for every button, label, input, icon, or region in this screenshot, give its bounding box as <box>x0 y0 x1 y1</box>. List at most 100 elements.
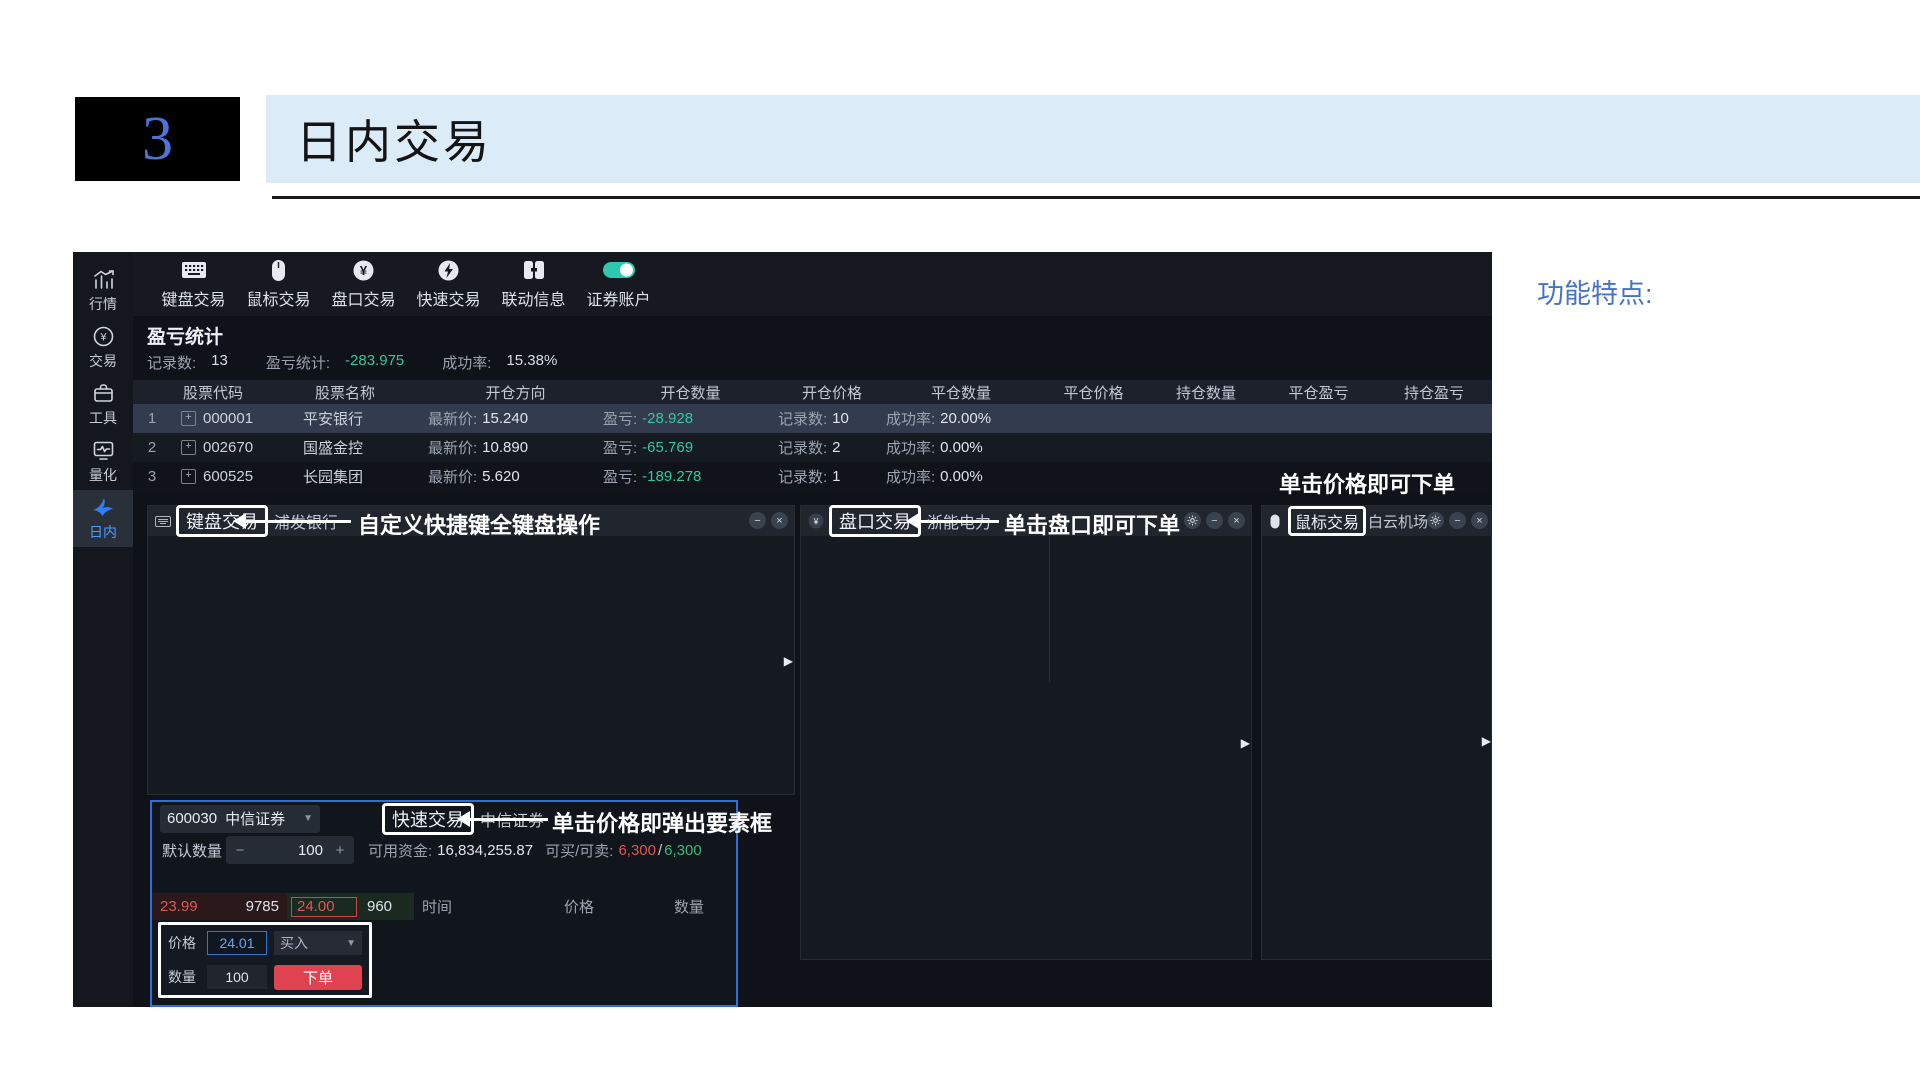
toolbar-item-mouse[interactable]: 鼠标交易 <box>236 258 321 310</box>
toolbar-item-link[interactable]: 联动信息 <box>491 258 576 310</box>
pnl-value: -283.975 <box>345 352 404 373</box>
mouse-window-annotation: 单击价格即可下单 <box>1279 467 1455 499</box>
latest-price: 最新价: 15.240 <box>428 408 603 429</box>
quick-bidask-strip: 23.99 9785 24.00 960 时间 价格 数量 <box>152 893 736 920</box>
quick-qty-row: 默认数量 − 100 + 可用资金: 16,834,255.87 可买/可卖: … <box>152 835 736 865</box>
book-window-title: 盘口交易 <box>829 505 921 537</box>
record-count: 记录数:10 <box>778 408 886 429</box>
mouse-window-titlebar[interactable]: 鼠标交易 白云机场 − × <box>1262 506 1491 536</box>
stock-code: 000001 <box>203 410 253 427</box>
table-header-row: 股票代码股票名称开仓方向开仓数量开仓价格平仓数量平仓价格持仓数量平仓盈亏持仓盈亏 <box>133 380 1492 404</box>
column-header: 平仓数量 <box>886 382 1036 403</box>
ask-price-box[interactable]: 24.00 <box>291 897 357 917</box>
gear-icon[interactable] <box>1427 512 1444 529</box>
book-window-titlebar[interactable]: ¥ 盘口交易 浙能电力 单击盘口即可下单 − × <box>801 506 1251 536</box>
buy-form <box>156 543 356 790</box>
success-rate-value: 0.00% <box>940 439 983 456</box>
funds-label: 可用资金: <box>368 840 432 861</box>
table-row[interactable]: 2+002670国盛金控最新价:10.890盈亏:-65.769记录数:2成功率… <box>133 433 1492 462</box>
close-icon[interactable]: × <box>1471 512 1488 529</box>
toolbar-item-toggle[interactable]: 证券账户 <box>576 258 661 310</box>
default-qty-value: 100 <box>247 842 323 859</box>
toolbar-item-yen[interactable]: ¥盘口交易 <box>321 258 406 310</box>
bid-price: 23.99 <box>160 898 198 915</box>
keyboard-window-titlebar[interactable]: 键盘交易 浦发银行 自定义快捷键全键盘操作 − × <box>148 506 794 536</box>
ask-volume: 960 <box>367 898 392 915</box>
sidebar-item-label: 日内 <box>89 522 117 542</box>
trading-app: 行情¥交易工具量化日内 键盘交易鼠标交易¥盘口交易快速交易联动信息证券账户 盈亏… <box>73 252 1492 1007</box>
svg-text:¥: ¥ <box>360 263 368 278</box>
close-icon[interactable]: × <box>1228 512 1245 529</box>
price-input[interactable]: 24.01 <box>207 931 267 955</box>
col-qty: 数量 <box>674 896 704 917</box>
panel-expander-icon[interactable]: ▶ <box>1241 736 1250 750</box>
place-order-button[interactable]: 下单 <box>274 965 362 990</box>
plus-button[interactable]: + <box>333 842 347 859</box>
keyboard-icon <box>154 512 172 530</box>
annotation-arrow <box>470 818 548 821</box>
quick-stock-select[interactable]: 600030 中信证券 ▼ <box>160 805 320 833</box>
success-rate-label: 成功率: <box>886 437 935 458</box>
funds-value: 16,834,255.87 <box>437 842 533 859</box>
sidebar-item-tools[interactable]: 工具 <box>73 376 133 433</box>
sidebar-item-quant[interactable]: 量化 <box>73 433 133 490</box>
record-count-value: 10 <box>832 410 849 427</box>
col-time: 时间 <box>422 896 564 917</box>
side-select[interactable]: 买入▼ <box>274 931 362 955</box>
expander-icon[interactable]: + <box>181 411 196 426</box>
mouse-icon <box>271 258 286 282</box>
pnl-stats-line: 记录数: 13 盈亏统计: -283.975 成功率: 15.38% <box>147 352 585 373</box>
slash: / <box>658 842 662 859</box>
buyable-qty: 6,300 <box>618 842 656 859</box>
latest-price: 最新价:10.890 <box>428 437 603 458</box>
stock-code: 002670 <box>203 439 253 456</box>
panel-expander-icon[interactable]: ▶ <box>1482 734 1491 748</box>
link-icon <box>522 258 546 282</box>
latest-price-value: 5.620 <box>482 468 520 485</box>
quick-annotation: 单击价格即弹出要素框 <box>552 806 772 838</box>
sidebar-item-intraday[interactable]: 日内 <box>73 490 133 547</box>
close-icon[interactable]: × <box>771 512 788 529</box>
table-row[interactable]: 1+000001平安银行最新价:15.240盈亏:-28.928记录数:10成功… <box>133 404 1492 433</box>
yen-icon: ¥ <box>352 258 375 282</box>
default-qty-stepper[interactable]: − 100 + <box>226 836 354 864</box>
record-count-label: 记录数: <box>778 437 827 458</box>
qty-input[interactable]: 100 <box>207 965 267 989</box>
toggle-icon <box>602 258 636 282</box>
column-header: 股票名称 <box>303 382 428 403</box>
expander-icon[interactable]: + <box>181 440 196 455</box>
gear-icon[interactable] <box>1184 512 1201 529</box>
minimize-icon[interactable]: − <box>749 512 766 529</box>
latest-price-label: 最新价: <box>428 408 477 429</box>
pnl-label: 盈亏: <box>603 466 637 487</box>
ask-cell[interactable]: 24.00 960 <box>287 893 414 920</box>
book-trading-window: ¥ 盘口交易 浙能电力 单击盘口即可下单 − × <box>800 505 1252 960</box>
minimize-icon[interactable]: − <box>1449 512 1466 529</box>
features-heading: 功能特点: <box>1537 272 1915 311</box>
sellable-qty: 6,300 <box>664 842 702 859</box>
latest-price-value: 15.240 <box>482 410 528 427</box>
records-value: 13 <box>211 352 228 373</box>
latest-price-label: 最新价: <box>428 466 477 487</box>
column-header: 股票代码 <box>171 382 303 403</box>
panel-expander-icon[interactable]: ▶ <box>784 654 793 668</box>
toolbar-item-bolt[interactable]: 快速交易 <box>406 258 491 310</box>
mouse-window-subtitle: 白云机场 <box>1368 511 1428 532</box>
bid-cell[interactable]: 23.99 9785 <box>152 893 287 920</box>
stock-code: 600030 <box>167 810 217 827</box>
bolt-icon <box>437 258 460 282</box>
minus-button[interactable]: − <box>233 842 247 859</box>
success-value: 15.38% <box>506 352 557 373</box>
pnl: 盈亏:-65.769 <box>603 437 778 458</box>
column-header: 开仓价格 <box>778 382 886 403</box>
keyboard-icon <box>181 258 207 282</box>
spacer <box>801 682 1251 716</box>
quick-window-title: 快速交易 <box>382 803 474 835</box>
ask-price: 24.00 <box>297 898 335 915</box>
toolbar-item-keyboard[interactable]: 键盘交易 <box>151 258 236 310</box>
sidebar-item-trade[interactable]: ¥交易 <box>73 319 133 376</box>
feature-notes: 功能特点: <box>1537 272 1915 325</box>
sidebar-item-market[interactable]: 行情 <box>73 262 133 319</box>
minimize-icon[interactable]: − <box>1206 512 1223 529</box>
expander-icon[interactable]: + <box>181 469 196 484</box>
